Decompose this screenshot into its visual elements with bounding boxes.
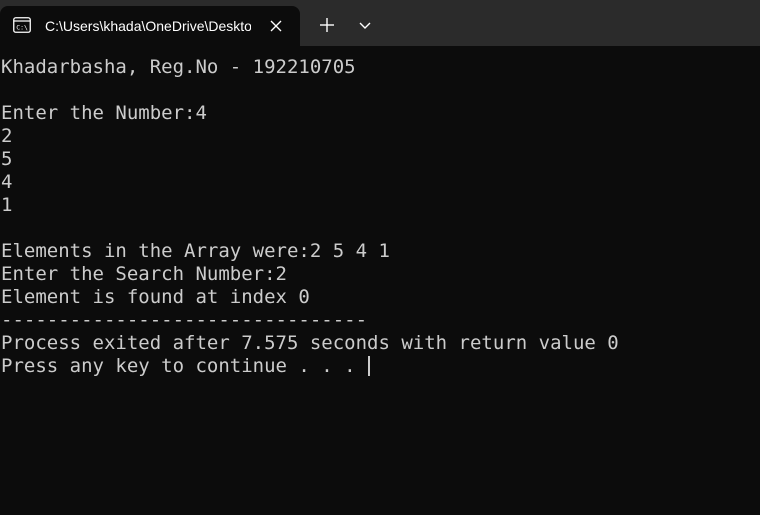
prompt-line: Press any key to continue . . . xyxy=(1,355,760,378)
output-line: 5 xyxy=(1,148,13,170)
tab-title: C:\Users\khada\OneDrive\Desktop xyxy=(45,18,251,34)
output-line: 4 xyxy=(1,171,13,193)
output-line: 2 xyxy=(1,125,13,147)
text-cursor xyxy=(368,356,371,376)
terminal-window: C:\ C:\Users\khada\OneDrive\Desktop Khad… xyxy=(0,0,760,515)
console-icon: C:\ xyxy=(13,17,31,33)
output-line: Element is found at index 0 xyxy=(1,286,310,308)
svg-text:C:\: C:\ xyxy=(16,24,28,32)
output-line: Khadarbasha, Reg.No - 192210705 xyxy=(1,56,356,78)
close-icon[interactable] xyxy=(266,16,286,36)
terminal-output[interactable]: Khadarbasha, Reg.No - 192210705 Enter th… xyxy=(0,46,760,515)
output-line: Enter the Number:4 xyxy=(1,102,207,124)
output-line: Process exited after 7.575 seconds with … xyxy=(1,332,619,354)
tab-bar: C:\ C:\Users\khada\OneDrive\Desktop xyxy=(0,0,760,46)
plus-icon[interactable] xyxy=(314,12,340,38)
chevron-down-icon[interactable] xyxy=(352,12,378,38)
prompt-text: Press any key to continue . . . xyxy=(1,355,368,377)
output-line: 1 xyxy=(1,194,13,216)
output-line: Enter the Search Number:2 xyxy=(1,263,287,285)
terminal-tab[interactable]: C:\ C:\Users\khada\OneDrive\Desktop xyxy=(0,6,300,46)
output-line: Elements in the Array were:2 5 4 1 xyxy=(1,240,390,262)
separator-line: -------------------------------- xyxy=(1,309,368,331)
